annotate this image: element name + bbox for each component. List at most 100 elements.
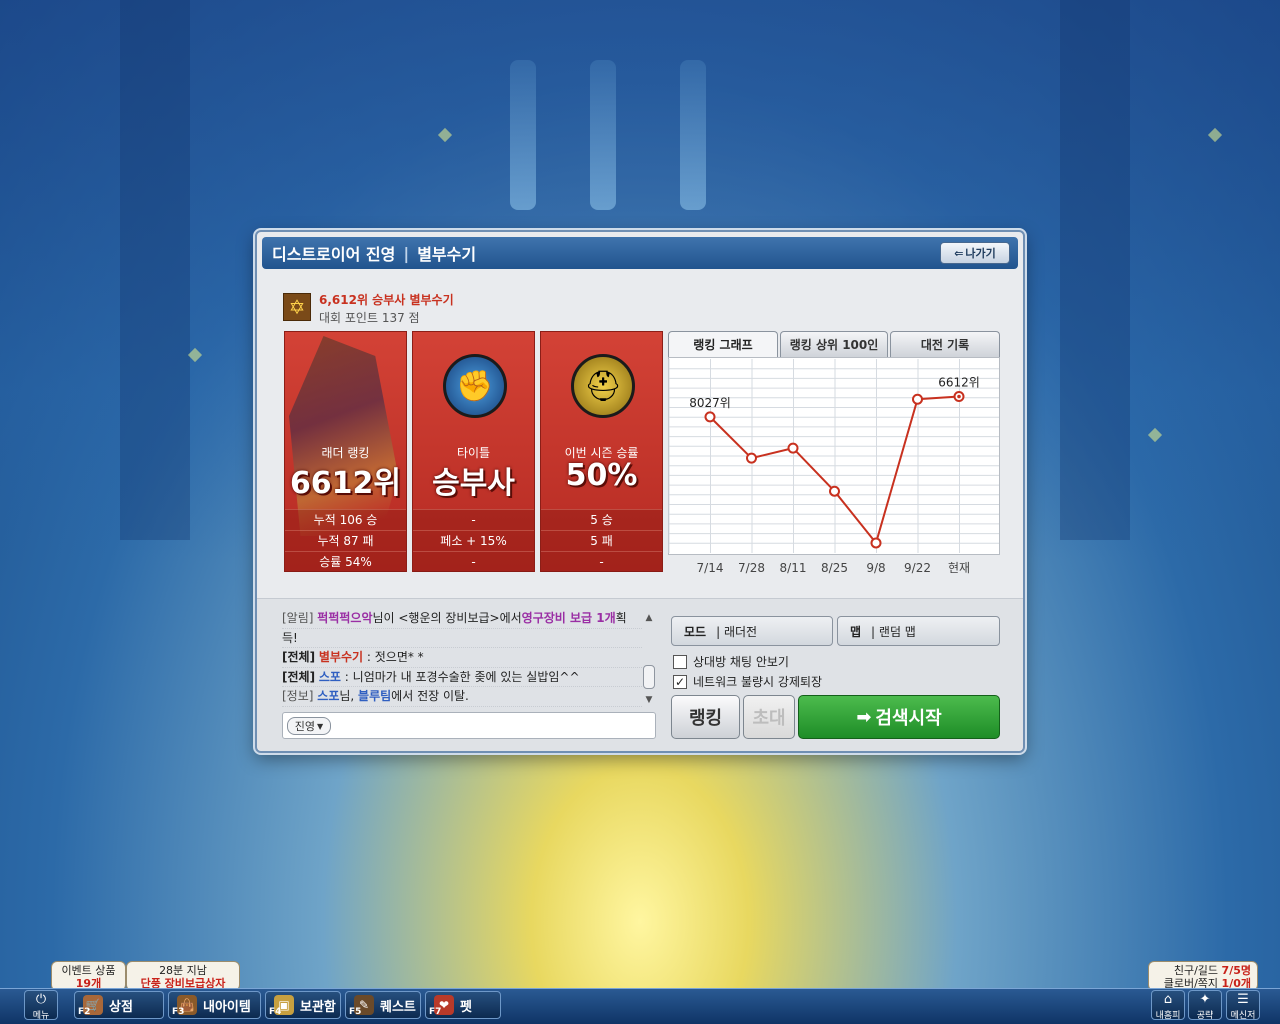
supply-box-time: 28분 지남 <box>159 964 207 977</box>
map-value: | 랜덤 맵 <box>871 624 916 639</box>
my-items-label: 내아이템 <box>203 999 251 1015</box>
chat-highlight: 스포 <box>317 689 340 703</box>
chat-scrollbar[interactable]: ▲ ▼ <box>642 613 656 705</box>
chat-channel-tag: [정보] <box>282 689 314 703</box>
chat-highlight: 별부수기 <box>318 650 364 664</box>
pet-button[interactable]: ❤ 펫 F7 <box>425 991 501 1019</box>
scroll-down-icon[interactable]: ▼ <box>642 695 656 705</box>
ranking-button[interactable]: 랭킹 <box>671 695 740 739</box>
my-items-button[interactable]: 👜 내아이템 F3 <box>168 991 261 1019</box>
my-homepage-label: 내홈피 <box>1155 1011 1181 1021</box>
scroll-up-icon[interactable]: ▲ <box>642 613 656 623</box>
chat-message: [전체] 스포 : 니엄마가 내 포경수술한 좆에 있는 실밥임^^ <box>282 668 642 687</box>
hide-chat-checkbox[interactable] <box>673 654 687 669</box>
ranking-data-point <box>787 442 799 454</box>
rank-annotation: 6612위 <box>938 376 980 390</box>
pet-hotkey: F7 <box>429 1007 442 1017</box>
x-tick-label: 9/22 <box>904 561 931 575</box>
season-losses: 5 패 <box>541 530 662 551</box>
ranking-data-point <box>704 411 716 423</box>
chat-text: 에서 전장 이탈. <box>391 689 469 703</box>
chat-text: : 니엄마가 내 포경수술한 좆에 있는 실밥임^^ <box>340 669 580 684</box>
book-icon: ✦ <box>1199 992 1211 1007</box>
chat-text: 님, <box>339 689 359 703</box>
total-wins: 누적 106 승 <box>285 509 406 530</box>
character-portrait <box>289 336 399 536</box>
chat-message: [전체] 별부수기 : 젓으면* * <box>282 648 642 668</box>
network-kick-label: 네트워크 불량시 강제퇴장 <box>693 675 823 689</box>
title-card: ✊ 타이틀 승부사 - 페소 + 15% - <box>412 331 535 572</box>
x-tick-label: 9/8 <box>866 561 885 575</box>
exit-label: 나가기 <box>965 247 996 260</box>
chat-channel-select[interactable]: 진영 ▼ <box>287 717 331 735</box>
quest-hotkey: F5 <box>349 1007 362 1017</box>
network-kick-checkbox[interactable]: ✓ <box>673 674 687 689</box>
start-search-label: 검색시작 <box>875 708 942 729</box>
star-rank-icon: ✡ <box>283 293 311 321</box>
chat-channel-tag: [전체] <box>282 650 316 664</box>
friends-label: 친구/길드 <box>1173 964 1219 977</box>
title-bonus: 페소 + 15% <box>413 530 534 551</box>
exit-button[interactable]: ⇐ 나가기 <box>940 242 1010 264</box>
background-pillar <box>120 0 190 540</box>
shop-label: 상점 <box>109 999 133 1015</box>
chat-input[interactable]: 진영 ▼ <box>282 712 656 739</box>
guide-button[interactable]: ✦ 공략 <box>1188 990 1222 1021</box>
ladder-ranking-value: 6612위 <box>289 466 402 501</box>
supply-box-notice[interactable]: 28분 지남 단풍 장비보급상자 <box>126 961 240 991</box>
tab-ranking-graph[interactable]: 랭킹 그래프 <box>668 331 778 357</box>
scroll-thumb[interactable] <box>643 665 655 689</box>
ranking-data-point <box>912 393 923 405</box>
title-medal-icon: ✊ <box>443 354 507 418</box>
quest-button[interactable]: ✎ 퀘스트 F5 <box>345 991 421 1019</box>
storage-button[interactable]: ▣ 보관함 F4 <box>265 991 341 1019</box>
hide-opponent-chat-option[interactable]: 상대방 채팅 안보기 <box>673 653 789 670</box>
rank-annotation: 8027위 <box>689 396 731 410</box>
arrow-right-icon: ➡ <box>856 706 872 728</box>
season-stat-3: - <box>541 551 662 572</box>
invite-button[interactable]: 초대 <box>743 695 795 739</box>
chat-highlight: 퍽퍽퍽으악 <box>317 611 373 625</box>
chevron-down-icon: ▼ <box>317 721 324 731</box>
friends-value: 7/5명 <box>1221 964 1251 977</box>
chat-text: : 젓으면* * <box>363 650 424 664</box>
my-homepage-button[interactable]: ⌂ 내홈피 <box>1151 990 1185 1021</box>
background-pillar <box>1060 0 1130 540</box>
network-kick-option[interactable]: ✓ 네트워크 불량시 강제퇴장 <box>673 673 822 690</box>
storage-hotkey: F4 <box>269 1007 282 1017</box>
chat-highlight: 영구장비 보급 1개 <box>521 611 616 625</box>
x-tick-label: 7/14 <box>697 561 724 575</box>
chat-highlight: 스포 <box>318 669 341 684</box>
chat-message: [알림] 퍽퍽퍽으악님이 <행운의 장비보급>에서영구장비 보급 1개획 <box>282 609 642 629</box>
tab-match-history[interactable]: 대전 기록 <box>890 331 1000 357</box>
messenger-button[interactable]: ☰ 메신저 <box>1226 990 1260 1021</box>
ranking-data-point-center <box>957 394 961 399</box>
title-value: 승부사 <box>432 466 515 501</box>
menu-button[interactable]: ⏻ 메뉴 <box>24 990 58 1021</box>
map-select[interactable]: 맵 | 랜덤 맵 <box>837 616 1000 646</box>
dialog-titlebar: 디스트로이어 진영 | 별부수기 ⇐ 나가기 <box>262 237 1018 269</box>
pet-label: 펫 <box>460 999 472 1015</box>
tab-top-100[interactable]: 랭킹 상위 100인 <box>780 331 888 357</box>
start-search-button[interactable]: ➡ 검색시작 <box>798 695 1000 739</box>
ladder-match-dialog: 디스트로이어 진영 | 별부수기 ⇐ 나가기 ✡ 6,612위 승부사 별부수기… <box>255 230 1025 753</box>
friends-notice[interactable]: 친구/길드 7/5명 클로버/쪽지 1/0개 <box>1148 961 1258 991</box>
title-separator: | <box>403 243 410 263</box>
ranking-data-point <box>829 485 840 497</box>
ranking-data-point <box>746 452 757 464</box>
chat-message: 득! <box>282 629 642 648</box>
shop-button[interactable]: 🛒 상점 F2 <box>74 991 164 1019</box>
season-win-rate-value: 50% <box>565 458 638 493</box>
mode-value: | 래더전 <box>716 624 758 639</box>
mode-select[interactable]: 모드 | 래더전 <box>671 616 833 646</box>
background-sword <box>680 60 706 210</box>
x-tick-label: 현재 <box>948 561 970 575</box>
chat-channel-tag: [알림] <box>282 611 314 625</box>
map-key: 맵 <box>850 624 862 639</box>
x-tick-label: 8/25 <box>821 561 848 575</box>
event-items-notice[interactable]: 이벤트 상품 19개 <box>51 961 126 991</box>
golden-helmet-icon: ⛑ <box>571 354 635 418</box>
ranking-line-chart: 7/14 7/28 8/11 8/25 9/8 9/22 현재 8027위 6612위 <box>668 359 999 575</box>
win-rate: 승률 54% <box>285 551 406 572</box>
season-wins: 5 승 <box>541 509 662 530</box>
